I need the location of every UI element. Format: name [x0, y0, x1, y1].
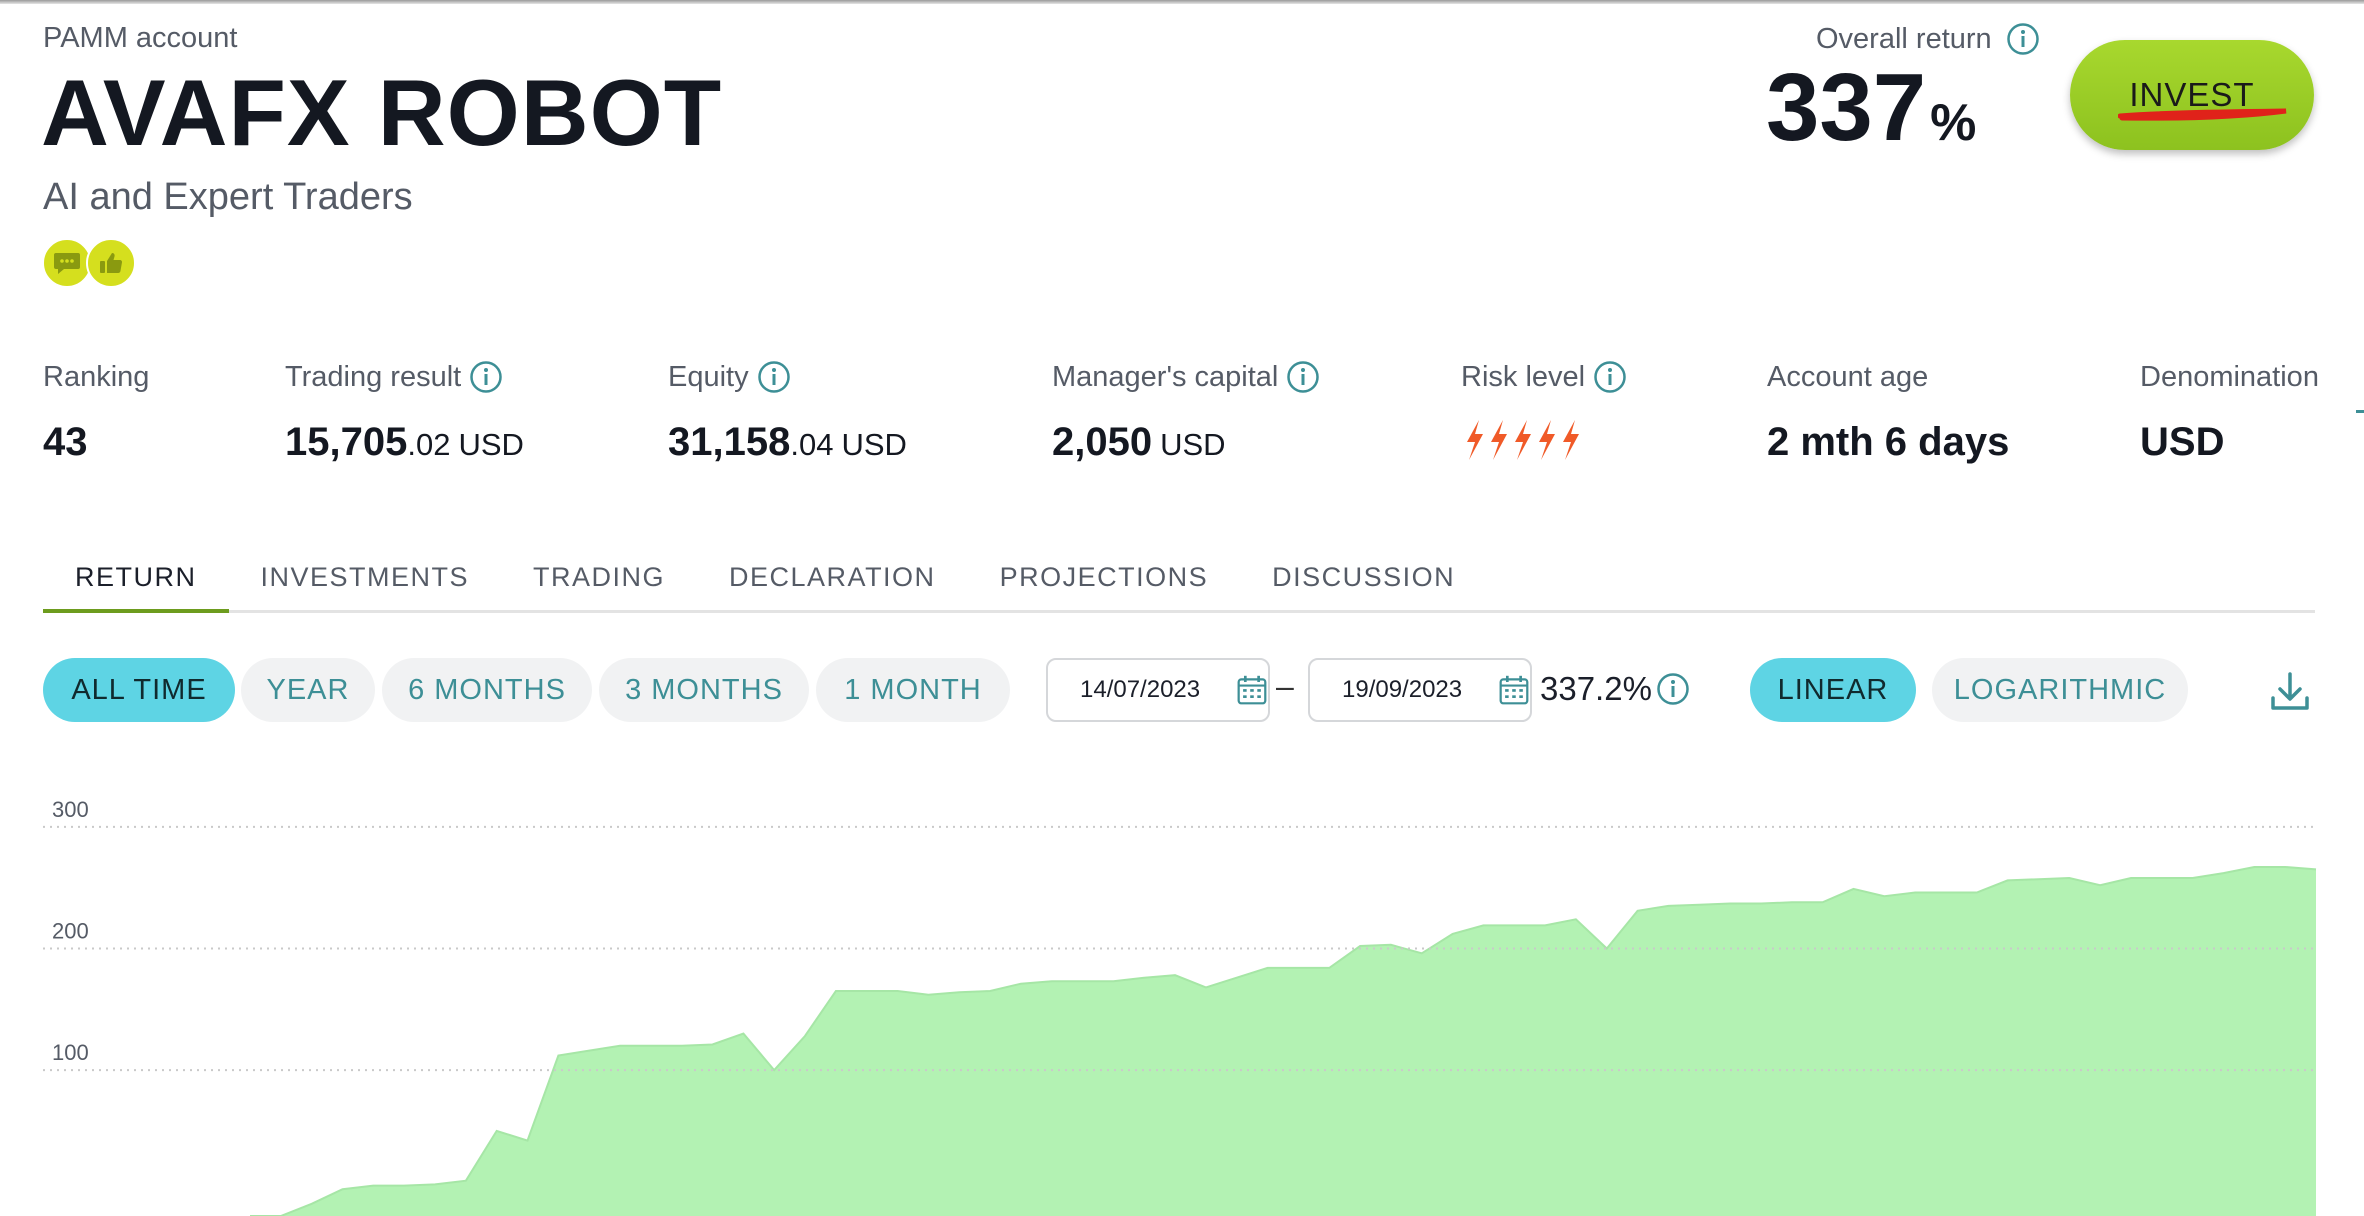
risk-bolt-icon: [1563, 420, 1579, 460]
y-tick-label: 300: [52, 797, 89, 822]
stat-risk-level: Risk level: [1461, 358, 1627, 462]
info-icon[interactable]: [2006, 22, 2040, 56]
trading-result-currency: USD: [458, 427, 524, 462]
risk-level-bolts: [1461, 418, 1627, 462]
scale-linear[interactable]: LINEAR: [1750, 658, 1916, 722]
tab-declaration[interactable]: DECLARATION: [697, 550, 968, 598]
stat-trading-result: Trading result 15,705.02 USD: [285, 358, 524, 465]
account-title: AVAFX ROBOT: [41, 60, 723, 165]
top-shadow-line: [0, 0, 2364, 4]
equity-dec: .04: [790, 427, 834, 462]
managers-capital-label: Manager's capital: [1052, 360, 1279, 393]
period-6-months[interactable]: 6 MONTHS: [382, 658, 592, 722]
date-from-field[interactable]: 14/07/2023: [1046, 658, 1270, 722]
equity-int: 31,158: [668, 420, 791, 464]
period-all-time[interactable]: ALL TIME: [43, 658, 235, 722]
risk-bolt-icon: [1467, 420, 1483, 460]
stat-denomination: Denomination USD: [2140, 358, 2319, 465]
denomination-label: Denomination: [2140, 360, 2319, 393]
account-age-label: Account age: [1767, 360, 1929, 393]
scale-logarithmic[interactable]: LOGARITHMIC: [1932, 658, 2188, 722]
overall-return-number: 337: [1766, 54, 1927, 161]
equity-label: Equity: [668, 360, 749, 393]
account-age-value: 2 mth 6 days: [1767, 420, 2010, 464]
risk-bolt-icon: [1539, 420, 1555, 460]
overall-return-unit: %: [1930, 94, 1977, 152]
ranking-label: Ranking: [43, 360, 150, 393]
overall-return-label: Overall return: [1816, 22, 2040, 56]
stat-ranking: Ranking 43: [43, 358, 149, 465]
info-icon[interactable]: [469, 360, 503, 394]
account-type-label: PAMM account: [43, 22, 238, 54]
managers-capital-int: 2,050: [1052, 420, 1153, 464]
period-3-months[interactable]: 3 MONTHS: [599, 658, 809, 722]
info-icon[interactable]: [1656, 672, 1690, 706]
badges: [42, 238, 136, 288]
denomination-value: USD: [2140, 420, 2225, 464]
risk-bolt-icon: [1491, 420, 1507, 460]
return-chart: 100 200 300: [43, 797, 2317, 1216]
risk-bolt-icon: [1515, 420, 1531, 460]
tab-projections[interactable]: PROJECTIONS: [968, 550, 1241, 598]
chat-bubble-icon[interactable]: [42, 238, 92, 288]
date-to-field[interactable]: 19/09/2023: [1308, 658, 1532, 722]
stat-equity: Equity 31,158.04 USD: [668, 358, 907, 465]
overall-return-text: Overall return: [1816, 22, 1992, 55]
thumbs-up-icon[interactable]: [86, 238, 136, 288]
info-icon[interactable]: [757, 360, 791, 394]
date-to-value: 19/09/2023: [1342, 676, 1463, 703]
risk-level-label: Risk level: [1461, 360, 1586, 393]
invest-button[interactable]: INVEST: [2070, 40, 2314, 150]
tab-bar: RETURN INVESTMENTS TRADING DECLARATION P…: [43, 550, 2315, 613]
y-tick-label: 100: [52, 1040, 89, 1065]
trading-result-dec: .02: [407, 427, 451, 462]
range-return: 337.2%: [1540, 670, 1690, 708]
info-icon[interactable]: [1286, 360, 1320, 394]
trading-result-int: 15,705: [285, 420, 408, 464]
tab-investments[interactable]: INVESTMENTS: [229, 550, 502, 598]
account-subtitle: AI and Expert Traders: [43, 176, 413, 218]
trading-result-label: Trading result: [285, 360, 462, 393]
download-icon[interactable]: [2268, 670, 2312, 714]
calendar-icon[interactable]: [1498, 672, 1530, 708]
stat-managers-capital: Manager's capital 2,050 USD: [1052, 358, 1320, 465]
date-range-separator: –: [1276, 668, 1294, 704]
equity-currency: USD: [841, 427, 907, 462]
ranking-value: 43: [43, 420, 88, 464]
tab-discussion[interactable]: DISCUSSION: [1240, 550, 1487, 598]
info-icon[interactable]: [1593, 360, 1627, 394]
tab-return[interactable]: RETURN: [43, 550, 229, 613]
date-from-value: 14/07/2023: [1080, 676, 1201, 703]
period-year[interactable]: YEAR: [241, 658, 375, 722]
calendar-icon[interactable]: [1236, 672, 1268, 708]
stat-account-age: Account age 2 mth 6 days: [1767, 358, 2009, 465]
y-tick-label: 200: [52, 918, 89, 943]
return-area-series: [250, 867, 2316, 1216]
period-1-month[interactable]: 1 MONTH: [816, 658, 1010, 722]
range-return-value: 337.2%: [1540, 670, 1652, 707]
overall-return-value: 337 %: [1766, 60, 1976, 156]
scroll-marker: [2356, 410, 2364, 413]
managers-capital-currency: USD: [1160, 427, 1226, 462]
tab-trading[interactable]: TRADING: [501, 550, 697, 598]
